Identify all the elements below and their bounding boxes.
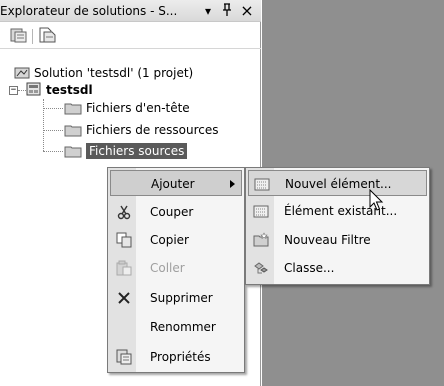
- tree-line: [43, 130, 63, 131]
- panel-toolbar: [0, 23, 261, 49]
- menu-item-coller[interactable]: Coller: [110, 255, 242, 281]
- class-icon: [253, 260, 269, 276]
- folder-icon: [64, 102, 82, 115]
- tree-item-folder[interactable]: Fichiers d'en-tête: [64, 99, 190, 117]
- tree-line: [43, 99, 44, 151]
- tree-item-folder-selected[interactable]: Fichiers sources: [64, 142, 188, 160]
- submenu-item-label: Nouveau Filtre: [284, 233, 371, 247]
- collapse-icon[interactable]: −: [9, 86, 18, 95]
- new-item-icon: [254, 176, 270, 192]
- menu-item-label: Supprimer: [150, 291, 213, 305]
- menu-item-label: Copier: [150, 233, 189, 247]
- menu-item-label: Renommer: [150, 320, 216, 334]
- scissors-icon: [116, 204, 132, 220]
- mouse-cursor-icon: [369, 188, 385, 213]
- menu-item-label: Coller: [150, 261, 185, 275]
- menu-item-copier[interactable]: Copier: [110, 227, 242, 253]
- submenu-item-element-existant[interactable]: Élément existant...: [248, 198, 427, 224]
- dropdown-icon[interactable]: ▾: [200, 3, 216, 19]
- context-menu: Ajouter Couper Copier Coller Supprimer R…: [107, 167, 245, 373]
- project-icon: [26, 81, 42, 100]
- menu-item-supprimer[interactable]: Supprimer: [110, 285, 242, 311]
- tree-line: [18, 90, 26, 91]
- tree-item-project[interactable]: testsdl: [26, 81, 93, 99]
- menu-item-proprietes[interactable]: Propriétés: [110, 344, 242, 370]
- new-folder-icon: [253, 232, 269, 248]
- tree-line: [43, 151, 63, 152]
- submenu-item-nouveau-filtre[interactable]: Nouveau Filtre: [248, 227, 427, 253]
- menu-item-renommer[interactable]: Renommer: [110, 314, 242, 340]
- menu-item-couper[interactable]: Couper: [110, 199, 242, 225]
- solution-label: Solution 'testsdl' (1 projet): [34, 66, 194, 80]
- submenu-item-classe[interactable]: Classe...: [248, 255, 427, 281]
- tree-item-solution[interactable]: Solution 'testsdl' (1 projet): [14, 64, 193, 82]
- submenu-item-label: Classe...: [284, 261, 335, 275]
- submenu-ajouter: Nouvel élément... Élément existant... No…: [245, 167, 430, 285]
- submenu-item-nouvel-element[interactable]: Nouvel élément...: [248, 170, 427, 196]
- existing-item-icon: [253, 203, 269, 219]
- properties-icon[interactable]: [10, 27, 30, 45]
- properties-icon: [116, 349, 132, 365]
- menu-item-ajouter[interactable]: Ajouter: [110, 170, 242, 196]
- menu-item-label: Couper: [150, 205, 194, 219]
- paste-icon: [116, 260, 132, 276]
- folder-label: Fichiers sources: [86, 143, 188, 159]
- panel-titlebar: Explorateur de solutions - S... ▾ ×: [0, 0, 261, 22]
- copy-icon: [116, 232, 132, 248]
- menu-item-label: Ajouter: [151, 177, 195, 191]
- panel-title: Explorateur de solutions - S...: [0, 4, 178, 18]
- close-icon[interactable]: ×: [239, 3, 255, 19]
- toolbar-separator: [32, 29, 33, 44]
- delete-icon: [116, 290, 132, 306]
- folder-icon: [64, 145, 82, 158]
- menu-item-label: Propriétés: [150, 350, 211, 364]
- folder-icon: [64, 124, 82, 137]
- show-all-files-icon[interactable]: [38, 27, 58, 45]
- submenu-arrow-icon: [230, 180, 235, 188]
- folder-label: Fichiers de ressources: [86, 123, 219, 137]
- project-label: testsdl: [46, 83, 93, 97]
- pin-icon[interactable]: [219, 3, 235, 19]
- tree-line: [43, 108, 63, 109]
- folder-label: Fichiers d'en-tête: [86, 101, 190, 115]
- tree-item-folder[interactable]: Fichiers de ressources: [64, 121, 219, 139]
